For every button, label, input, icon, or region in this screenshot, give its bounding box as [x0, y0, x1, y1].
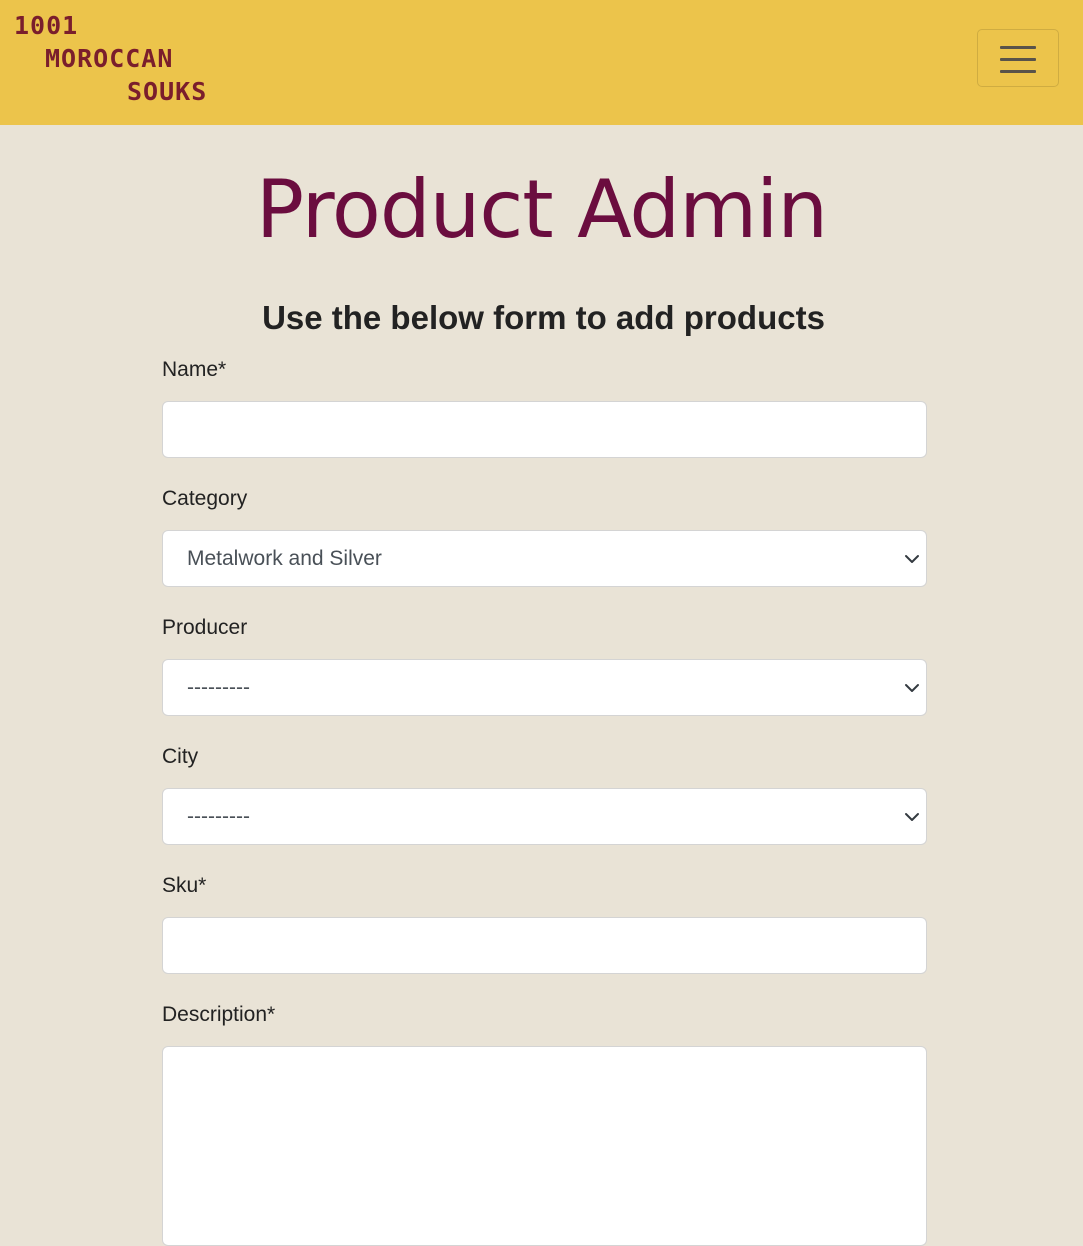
category-select[interactable]: Metalwork and Silver	[162, 530, 927, 587]
logo-line-2: MOROCCAN	[45, 44, 174, 73]
page-title: Product Admin	[255, 163, 828, 256]
hamburger-bar-top	[1000, 46, 1036, 49]
page-subtitle: Use the below form to add products	[262, 299, 825, 336]
producer-select[interactable]: ---------	[162, 659, 927, 716]
name-label: Name*	[162, 358, 227, 381]
city-label: City	[162, 745, 199, 768]
name-input[interactable]	[162, 401, 927, 458]
city-selected-value: ---------	[187, 804, 250, 828]
category-selected-value: Metalwork and Silver	[187, 546, 382, 570]
sku-input[interactable]	[162, 917, 927, 974]
sku-label: Sku*	[162, 874, 207, 897]
logo-line-1: 1001	[14, 11, 79, 40]
chevron-down-icon	[905, 555, 919, 563]
logo-line-3: SOUKS	[127, 77, 208, 106]
description-label: Description*	[162, 1003, 276, 1026]
description-textarea[interactable]	[162, 1046, 927, 1246]
hamburger-bar-middle	[1000, 58, 1036, 61]
site-logo[interactable]: 1001 MOROCCAN SOUKS	[14, 10, 214, 110]
producer-selected-value: ---------	[187, 675, 250, 699]
navbar-toggler-button[interactable]	[977, 29, 1059, 87]
chevron-down-icon	[905, 813, 919, 821]
hamburger-bar-bottom	[1000, 70, 1036, 73]
navbar: 1001 MOROCCAN SOUKS	[0, 0, 1083, 125]
city-select[interactable]: ---------	[162, 788, 927, 845]
producer-label: Producer	[162, 616, 248, 639]
chevron-down-icon	[905, 684, 919, 692]
category-label: Category	[162, 487, 248, 510]
